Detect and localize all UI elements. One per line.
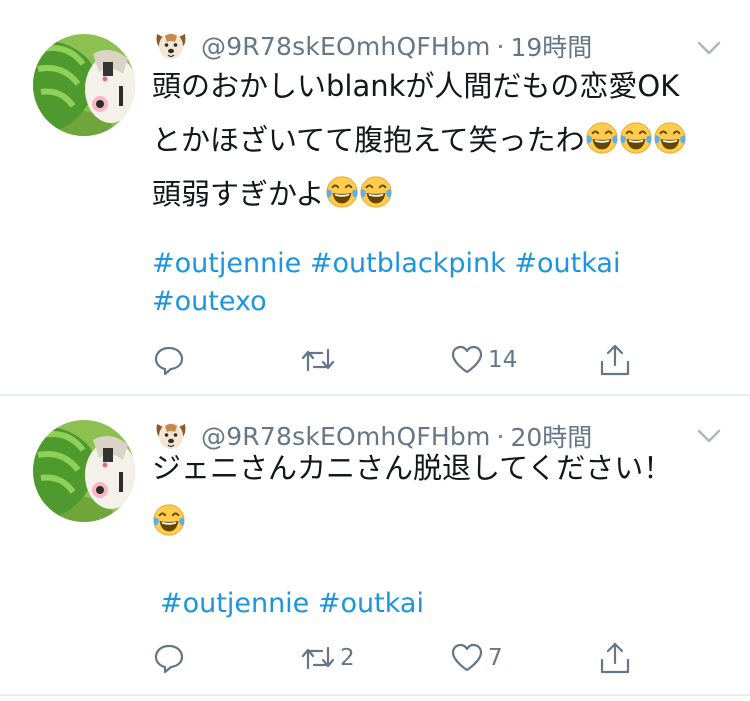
retweet-count: 2 [340,645,355,671]
face-with-tears-of-joy-icon [359,172,393,206]
chevron-down-icon[interactable] [695,426,723,446]
tweet-actions: 14 [0,340,750,380]
like-count: 14 [488,347,518,373]
hashtag-link[interactable]: #outkai [318,588,424,619]
retweet-button[interactable] [300,340,340,380]
hashtag-list: #outjennie #outblackpink #outkai #outexo [152,245,620,321]
face-with-tears-of-joy-icon [619,118,653,152]
tweet-text: 頭のおかしいblankが人間だもの恋愛OK とかほざいてて腹抱えて笑ったわ 頭弱… [152,59,687,221]
share-icon [598,641,632,675]
tweet-text-line: 頭のおかしいblankが人間だもの恋愛OK [152,69,680,103]
hashtag-list: #outjennie #outkai [160,585,424,623]
tweet-divider [0,694,750,696]
heart-icon [450,344,484,376]
author-handle[interactable]: @9R78skEOmhQFHbm [201,32,491,61]
face-with-tears-of-joy-icon [653,118,687,152]
reply-icon [153,642,185,674]
like-count: 7 [488,645,503,671]
tweet-text: ジェニさんカニさん脱退してください！ [152,441,672,549]
tweet-text-line: ジェニさんカニさん脱退してください！ [152,451,673,485]
face-with-tears-of-joy-icon [325,172,359,206]
reply-icon [153,344,185,376]
hashtag-link[interactable]: #outblackpink [310,248,506,279]
face-with-tears-of-joy-icon [585,118,619,152]
tweet-text-line: 頭弱すぎかよ [152,167,687,221]
hashtag-link[interactable]: #outjennie [160,588,309,619]
tweet-card[interactable]: @9R78skEOmhQFHbm · 19時間 頭のおかしいblankが人間だも… [0,0,750,394]
reply-button[interactable] [153,638,189,678]
retweet-icon [300,344,336,376]
author-avatar[interactable] [33,34,135,136]
tweet-text-line: とかほざいてて腹抱えて笑ったわ [152,113,687,167]
retweet-button[interactable]: 2 [300,638,355,678]
hashtag-link[interactable]: #outjennie [152,248,301,279]
heart-icon [450,642,484,674]
author-avatar[interactable] [33,420,135,522]
retweet-icon [300,642,336,674]
share-icon [598,343,632,377]
like-button[interactable]: 14 [450,340,517,380]
separator-dot: · [496,31,505,61]
share-button[interactable] [598,638,636,678]
share-button[interactable] [598,340,636,380]
tweet-actions: 2 7 [0,638,750,678]
tweet-card[interactable]: @9R78skEOmhQFHbm · 20時間 ジェニさんカニさん脱退してくださ… [0,396,750,694]
like-button[interactable]: 7 [450,638,503,678]
hashtag-link[interactable]: #outkai [514,248,620,279]
reply-button[interactable] [153,340,189,380]
hashtag-link[interactable]: #outexo [152,286,267,317]
face-with-tears-of-joy-icon [152,500,186,534]
tweet-text-line [152,495,672,549]
chevron-down-icon[interactable] [695,38,723,58]
